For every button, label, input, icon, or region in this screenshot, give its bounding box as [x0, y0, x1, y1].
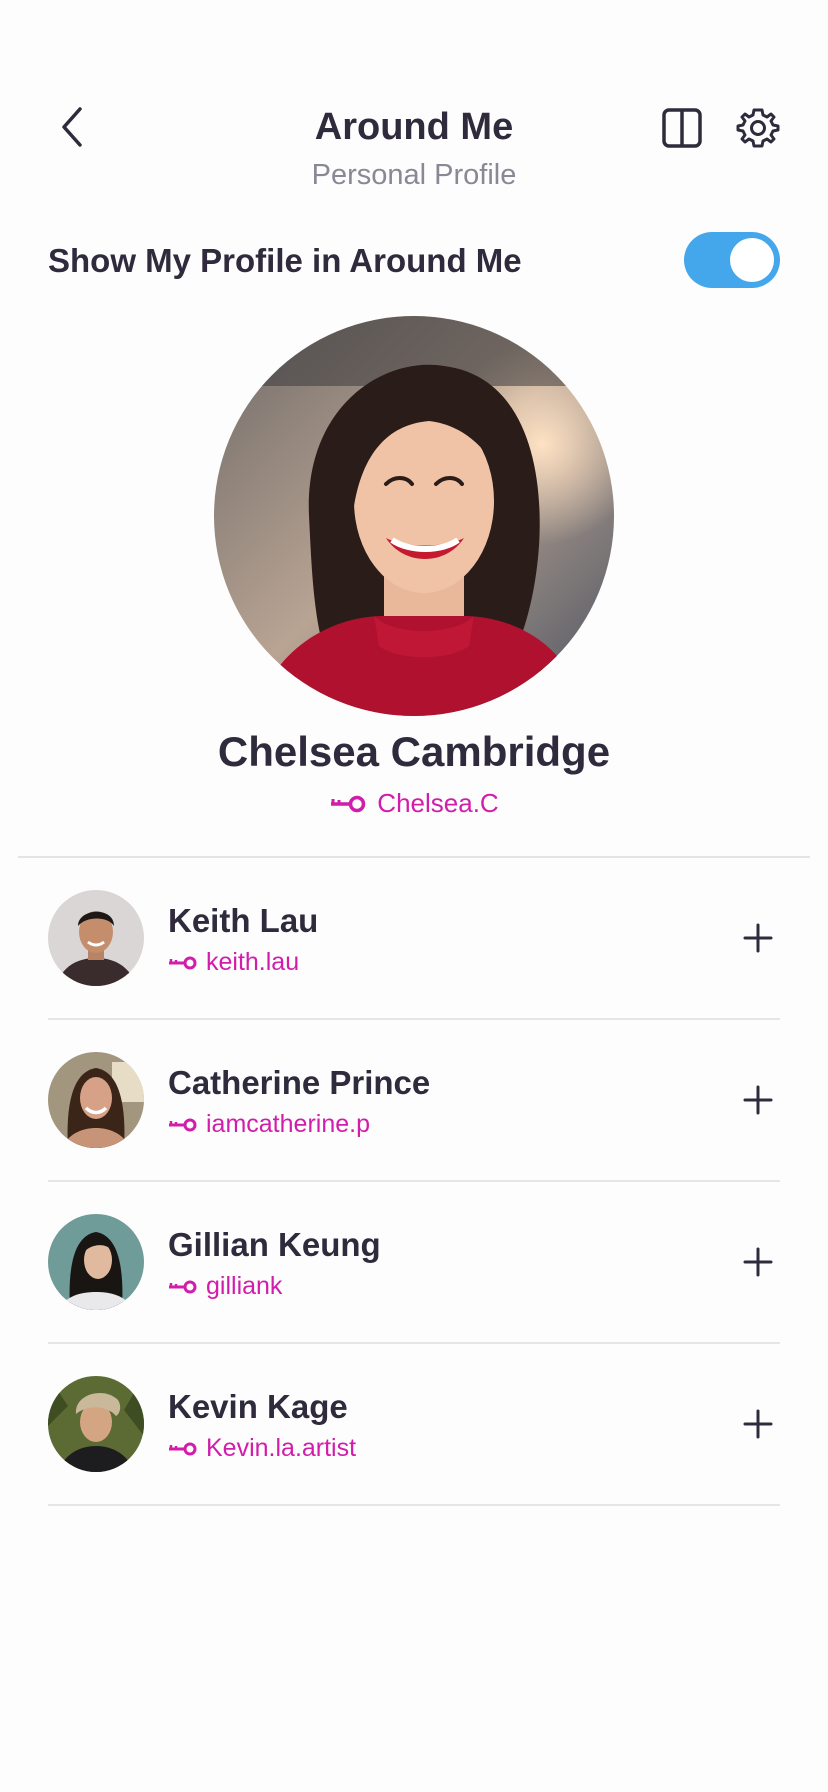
person-handle-text: Kevin.la.artist — [206, 1434, 357, 1462]
plus-icon — [743, 1247, 773, 1277]
add-person-button[interactable] — [736, 1078, 780, 1122]
add-person-button[interactable] — [736, 1402, 780, 1446]
visibility-toggle[interactable] — [684, 232, 780, 288]
key-icon — [169, 956, 197, 969]
profile-photo — [214, 316, 614, 716]
avatar — [48, 1214, 144, 1310]
split-view-icon — [662, 108, 702, 148]
people-list: Keith Lau keith.lau Catherine Prince iam… — [48, 858, 780, 1506]
toggle-knob — [730, 238, 774, 282]
person-handle: iamcatherine.p — [168, 1110, 370, 1139]
header-titles: Around Me Personal Profile — [214, 104, 614, 192]
key-icon — [169, 1442, 197, 1455]
profile-avatar[interactable] — [214, 316, 614, 716]
key-icon — [169, 1280, 197, 1293]
list-item[interactable]: Keith Lau keith.lau — [48, 858, 780, 1020]
profile-handle: Chelsea.C — [0, 788, 828, 819]
person-name: Gillian Keung — [168, 1226, 381, 1263]
person-handle-text: gilliank — [206, 1272, 283, 1300]
avatar — [48, 890, 144, 986]
key-icon — [331, 795, 366, 812]
list-item[interactable]: Gillian Keung gilliank — [48, 1182, 780, 1344]
avatar — [48, 1376, 144, 1472]
add-person-button[interactable] — [736, 916, 780, 960]
person-handle-text: iamcatherine.p — [206, 1110, 370, 1138]
key-icon — [169, 1118, 197, 1131]
page-subtitle: Personal Profile — [311, 159, 517, 191]
settings-button[interactable] — [732, 102, 784, 154]
header: Around Me Personal Profile — [0, 0, 828, 210]
plus-icon — [743, 1085, 773, 1115]
person-handle-text: keith.lau — [206, 948, 300, 976]
visibility-toggle-label: Show My Profile in Around Me — [48, 242, 522, 279]
person-name: Kevin Kage — [168, 1388, 348, 1425]
person-handle: gilliank — [168, 1272, 282, 1301]
around-me-screen: Around Me Personal Profile Show My Profi… — [0, 0, 828, 1792]
plus-icon — [743, 1409, 773, 1439]
layout-button[interactable] — [658, 104, 706, 152]
visibility-toggle-row: Show My Profile in Around Me — [48, 232, 780, 292]
profile-handle-text: Chelsea.C — [377, 788, 499, 818]
list-item[interactable]: Kevin Kage Kevin.la.artist — [48, 1344, 780, 1506]
person-handle: Kevin.la.artist — [168, 1434, 356, 1463]
profile-name: Chelsea Cambridge — [217, 728, 611, 775]
gear-icon — [736, 108, 780, 148]
add-person-button[interactable] — [736, 1240, 780, 1284]
person-name: Keith Lau — [168, 902, 319, 939]
person-handle: keith.lau — [168, 948, 299, 977]
chevron-left-icon — [62, 107, 82, 147]
plus-icon — [743, 923, 773, 953]
avatar — [48, 1052, 144, 1148]
back-button[interactable] — [50, 100, 94, 154]
person-name: Catherine Prince — [168, 1064, 431, 1101]
list-item[interactable]: Catherine Prince iamcatherine.p — [48, 1020, 780, 1182]
page-title: Around Me — [314, 106, 514, 148]
